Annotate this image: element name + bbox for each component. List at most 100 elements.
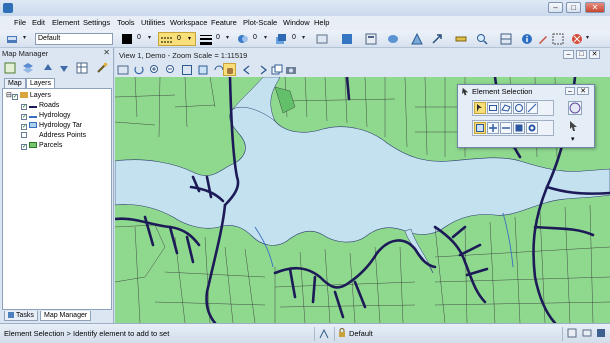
line-style-select[interactable]: 0 ▾ [158,32,196,46]
menu-window[interactable]: Window [283,18,310,27]
chevron-down-icon[interactable]: ▾ [302,34,305,41]
add-mode-button[interactable] [487,122,499,134]
select-filter-button[interactable] [568,120,582,134]
color-swatch-icon[interactable] [121,33,133,45]
menu-plot-scale[interactable]: Plot-Scale [243,18,277,27]
measure-icon[interactable] [455,33,467,45]
dialog-minimize-button[interactable]: – [565,87,575,95]
subtract-mode-button[interactable] [500,122,512,134]
chevron-down-icon[interactable]: ▾ [586,34,589,41]
menu-tools[interactable]: Tools [117,18,135,27]
invert-mode-button[interactable] [513,122,525,134]
menu-workspace[interactable]: Workspace [170,18,207,27]
line-weight-icon[interactable] [200,33,212,45]
weight-value: 0 [216,34,220,41]
zoom-out-icon[interactable] [165,64,177,76]
checkbox[interactable]: ✓ [21,124,27,130]
tree-item-address-points[interactable]: Address Points [21,131,86,140]
tree-item-layers[interactable]: ⊟✓ Layers [6,91,51,100]
close-icon[interactable]: ✕ [103,48,110,57]
tab-tasks[interactable]: Tasks [4,311,38,321]
zoom-in-icon[interactable] [149,64,161,76]
message-icon[interactable] [582,328,592,338]
level-select[interactable]: Default [35,33,113,45]
camera-icon[interactable] [285,64,297,76]
minimize-button[interactable]: – [548,2,563,13]
menu-file[interactable]: File [14,18,26,27]
snap-icon[interactable] [318,328,330,340]
window-area-icon[interactable] [181,64,193,76]
shape-icon[interactable] [411,33,423,45]
close-button[interactable]: ✕ [585,2,605,13]
circle-method-button[interactable] [513,102,525,114]
transparency-icon[interactable] [237,33,249,45]
chevron-down-icon[interactable]: ▾ [148,34,151,41]
tree-item-roads[interactable]: ✓ Roads [21,101,59,110]
tab-map[interactable]: Map [4,78,26,88]
update-icon[interactable] [133,64,145,76]
zoom-icon[interactable] [476,33,488,45]
line-method-button[interactable] [526,102,538,114]
delete-icon[interactable] [571,33,583,45]
checkbox[interactable]: ✓ [21,114,27,120]
checkbox[interactable]: ✓ [21,104,27,110]
copy-view-icon[interactable] [271,64,283,76]
view-previous-icon[interactable] [241,64,253,76]
lock-icon[interactable] [337,328,347,338]
select-icon[interactable] [552,33,564,45]
bottom-tabs: Tasks Map Manager [2,311,112,322]
up-arrow-icon[interactable] [42,62,54,74]
table-icon[interactable] [76,62,88,74]
menu-help[interactable]: Help [314,18,329,27]
menu-edit[interactable]: Edit [32,18,45,27]
select-all-button[interactable] [568,101,582,115]
menu-feature[interactable]: Feature [211,18,237,27]
chevron-down-icon[interactable]: ▾ [226,34,229,41]
arrow-tool-icon[interactable] [431,33,443,45]
chevron-down-icon[interactable]: ▾ [571,135,575,143]
clear-mode-button[interactable] [526,122,538,134]
checkbox[interactable] [21,132,27,138]
checkbox[interactable]: ✓ [11,94,18,100]
block-method-button[interactable] [487,102,499,114]
key-in-icon[interactable] [6,33,18,45]
file-status-icon[interactable] [567,328,577,338]
down-arrow-icon[interactable] [58,62,70,74]
menu-settings[interactable]: Settings [83,18,110,27]
pan-view-button[interactable] [223,63,236,76]
priority-icon[interactable] [275,33,287,45]
dialog-close-button[interactable]: ✕ [577,87,589,95]
info-icon[interactable] [521,33,533,45]
bentley-icon[interactable] [596,328,606,338]
view-attributes-icon[interactable] [117,64,129,76]
menu-utilities[interactable]: Utilities [141,18,165,27]
view-maximize-button[interactable]: □ [576,50,587,59]
maximize-button[interactable]: □ [566,2,581,13]
chevron-down-icon[interactable]: ▾ [23,34,26,41]
fit-view-icon[interactable] [197,64,209,76]
checkbox[interactable]: ✓ [21,144,27,150]
menu-element[interactable]: Element [52,18,80,27]
fill-icon[interactable] [341,33,353,45]
clip-icon[interactable] [500,33,512,45]
new-mode-button[interactable] [474,122,486,134]
wand-icon[interactable] [96,62,108,74]
tree-item-parcels[interactable]: ✓ Parcels [21,141,62,150]
class-icon[interactable] [316,33,328,45]
tab-map-manager[interactable]: Map Manager [40,311,92,321]
layers-icon[interactable] [22,62,34,74]
chevron-down-icon[interactable]: ▾ [264,34,267,41]
view-next-icon[interactable] [257,64,269,76]
line-layer-icon [29,116,37,118]
view-close-button[interactable]: ✕ [589,50,600,59]
tree-item-hydrology-tar[interactable]: ✓ Hydrology Tar [21,121,82,130]
template-icon[interactable] [365,33,377,45]
edit-icon[interactable] [537,33,549,45]
shape-method-button[interactable] [500,102,512,114]
globe-icon[interactable] [387,33,399,45]
map-icon[interactable] [4,62,16,74]
individual-method-button[interactable] [474,102,486,114]
view-minimize-button[interactable]: – [563,50,574,59]
tab-layers[interactable]: Layers [26,78,56,88]
tree-item-hydrology[interactable]: ✓ Hydrology [21,111,71,120]
